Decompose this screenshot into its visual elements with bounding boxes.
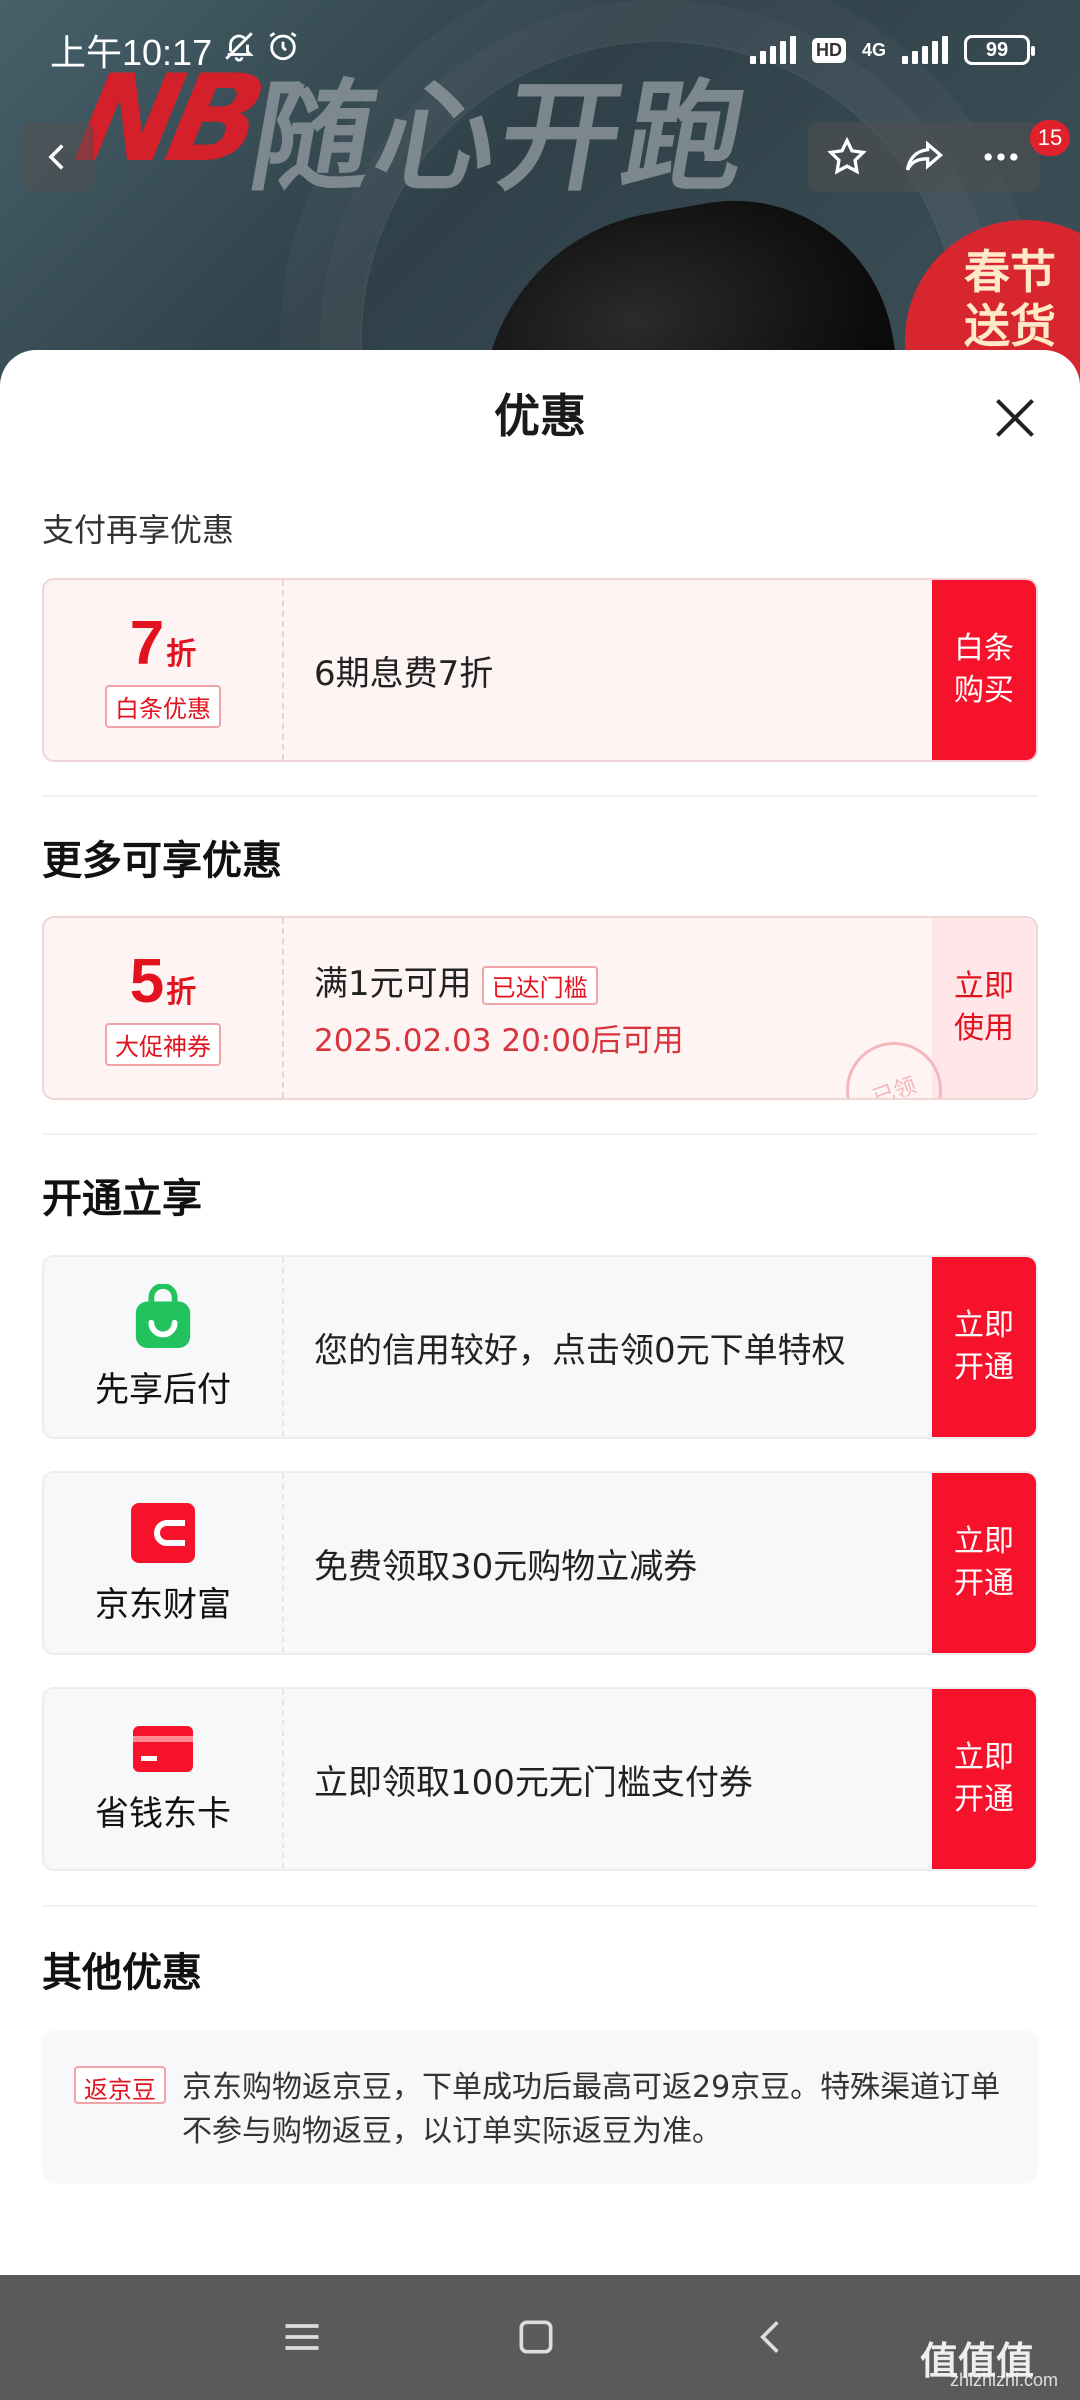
page-actions: [808, 122, 1040, 192]
other-section-heading: 其他优惠: [42, 1950, 202, 1996]
service-name: 京东财富: [95, 1584, 231, 1625]
battery-level: 99: [985, 38, 1009, 61]
jingdou-tag: 返京豆: [74, 2066, 166, 2104]
use-now-button[interactable]: 立即使用: [932, 918, 1036, 1098]
activate-button[interactable]: 立即开通: [932, 1689, 1036, 1869]
coupon-condition: 满1元可用: [314, 964, 472, 1004]
baitiao-buy-button[interactable]: 白条购买: [932, 580, 1036, 760]
watermark-url: zhizhizhi.com: [950, 2370, 1059, 2390]
divider: [42, 1133, 1038, 1135]
shopping-bag-icon: [135, 1283, 191, 1348]
favorite-button[interactable]: [817, 127, 877, 187]
sheet-title: 优惠: [494, 389, 586, 443]
coupon-discount: 5折 大促神券: [44, 918, 284, 1098]
battery-icon: 99: [964, 35, 1035, 65]
service-description: 立即领取100元无门槛支付券: [314, 1762, 753, 1803]
system-back-button[interactable]: [740, 2307, 800, 2367]
service-description: 免费领取30元购物立减券: [314, 1546, 698, 1587]
jingdou-note: 返京豆 京东购物返京豆，下单成功后最高可返29京豆。特殊渠道订单不参与购物返豆，…: [42, 2030, 1038, 2184]
close-button[interactable]: [985, 388, 1045, 448]
more-icon: [984, 153, 1018, 161]
share-icon: [905, 140, 944, 171]
activate-button[interactable]: 立即开通: [932, 1473, 1036, 1653]
menu-button[interactable]: [272, 2307, 332, 2367]
coupon-valid-time: 2025.02.03 20:00后可用: [314, 1023, 684, 1059]
mute-icon: [222, 29, 256, 72]
wifi-signal-icon: [749, 36, 796, 64]
more-section-heading: 更多可享优惠: [42, 838, 282, 884]
service-name: 省钱东卡: [95, 1793, 231, 1834]
star-icon: [826, 136, 867, 175]
system-nav-bar: [0, 2275, 1080, 2400]
coupon-discount: 7折 白条优惠: [44, 580, 284, 760]
discount-sheet: 优惠 支付再享优惠 7折 白条优惠 6期息费7折 白条购买 更多可享优惠 5折 …: [0, 350, 1080, 2275]
service-card-jd-finance: 京东财富 免费领取30元购物立减券 立即开通: [42, 1471, 1038, 1655]
cell-signal-icon: [902, 36, 948, 64]
home-square-icon: [519, 2320, 553, 2354]
promo-coupon-card: 5折 大促神券 满1元可用 已达门槛 2025.02.03 20:00后可用 已领…: [42, 916, 1038, 1100]
discount-unit: 折: [166, 636, 197, 672]
status-time: 上午10:17: [50, 32, 213, 73]
coupon-tag: 白条优惠: [105, 684, 221, 728]
coupon-tag: 大促神券: [105, 1022, 221, 1066]
share-button[interactable]: [894, 127, 954, 187]
open-section-heading: 开通立享: [42, 1176, 202, 1222]
hd-badge: HD: [811, 37, 846, 63]
baitiao-coupon-card: 7折 白条优惠 6期息费7折 白条购买: [42, 578, 1038, 762]
alarm-icon: [266, 29, 300, 72]
home-button[interactable]: [506, 2307, 566, 2367]
threshold-reached-tag: 已达门槛: [481, 966, 598, 1005]
status-bar: 上午10:17 HD 4G 99: [0, 0, 1080, 100]
network-type: 4G: [861, 40, 886, 60]
service-card-saving-card: 省钱东卡 立即领取100元无门槛支付券 立即开通: [42, 1687, 1038, 1871]
more-button[interactable]: [971, 127, 1031, 187]
promo-badge-text: 春节送货: [964, 245, 1056, 353]
menu-icon: [285, 2324, 319, 2350]
close-icon: [996, 399, 1034, 437]
activate-button[interactable]: 立即开通: [932, 1257, 1036, 1437]
discount-number: 7: [129, 608, 165, 678]
service-name: 先享后付: [95, 1369, 231, 1410]
bank-card-icon: [133, 1725, 193, 1772]
wallet-icon: [131, 1502, 195, 1563]
back-button[interactable]: [22, 122, 94, 192]
service-description: 您的信用较好，点击领0元下单特权: [314, 1330, 846, 1371]
discount-number: 5: [129, 946, 165, 1016]
divider: [42, 1905, 1038, 1907]
jingdou-description: 京东购物返京豆，下单成功后最高可返29京豆。特殊渠道订单不参与购物返豆，以订单实…: [182, 2070, 1001, 2149]
chevron-left-icon: [48, 144, 64, 170]
coupon-description: 6期息费7折: [314, 653, 494, 694]
message-count-badge: 15: [1030, 120, 1070, 156]
pay-section-label: 支付再享优惠: [42, 511, 235, 549]
discount-unit: 折: [166, 974, 197, 1010]
back-triangle-icon: [760, 2321, 779, 2353]
service-card-xianxiang: 先享后付 您的信用较好，点击领0元下单特权 立即开通: [42, 1255, 1038, 1439]
divider: [42, 795, 1038, 797]
